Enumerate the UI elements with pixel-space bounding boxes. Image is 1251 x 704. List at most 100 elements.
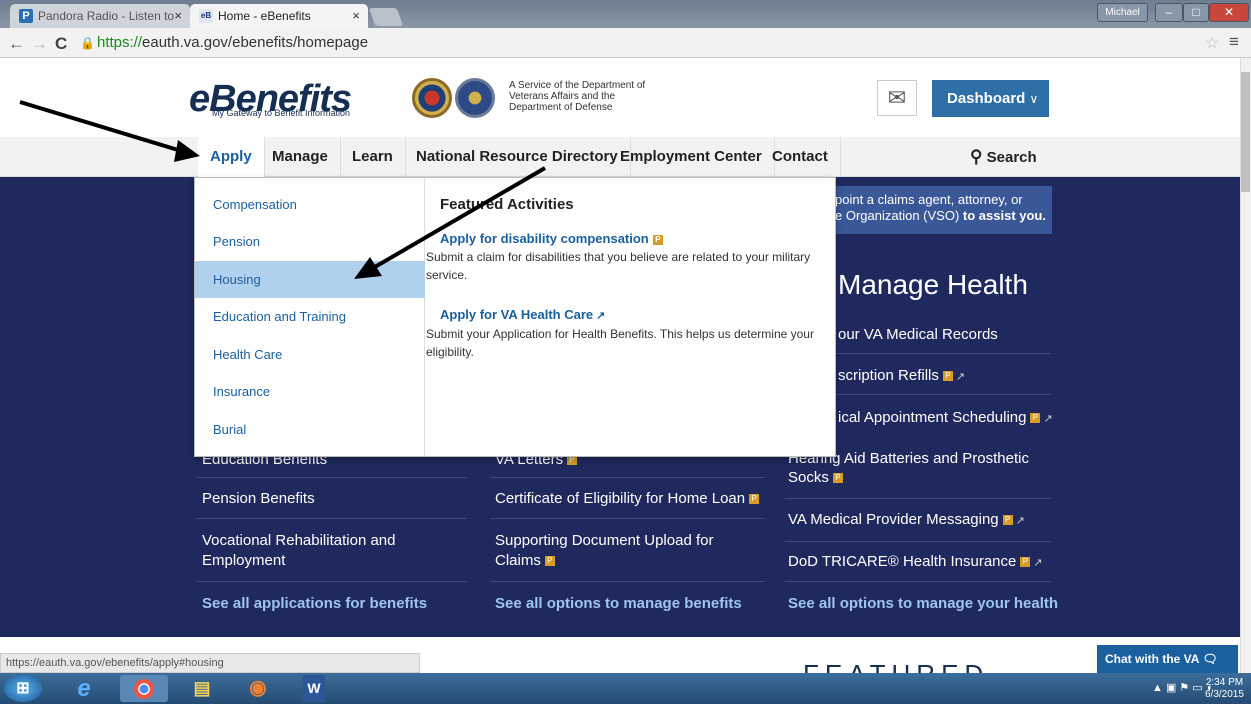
see-all-health-link[interactable]: See all options to manage your health [788, 595, 1058, 612]
premium-badge-icon: P [942, 371, 953, 382]
premium-badge-icon: P [1030, 413, 1041, 424]
minimize-icon[interactable]: – [1155, 3, 1183, 22]
ebenefits-favicon-icon: eB [199, 9, 213, 23]
chrome-icon[interactable] [120, 675, 168, 702]
url-path: eauth.va.gov/ebenefits/homepage [142, 34, 369, 51]
link-document-upload[interactable]: Supporting Document Upload for Claims P [495, 531, 735, 571]
link-text: Supporting Document Upload for Claims [495, 532, 714, 569]
menu-item-insurance[interactable]: Insurance [195, 373, 425, 410]
dashboard-button[interactable]: Dashboard ∨ [932, 80, 1049, 117]
divider [490, 477, 765, 478]
windows-taskbar: ⊞ e ▤ ◉ W ▲ ▣ ⚑ ▭ ◖ 2:34 PM 6/3/2015 [0, 673, 1251, 704]
annotation-arrows [19, 100, 547, 279]
banner-bold: to assist you. [962, 208, 1046, 223]
arrowhead-icon [174, 140, 200, 162]
divider [785, 498, 1050, 499]
menu-item-health-care[interactable]: Health Care [195, 336, 425, 373]
browser-tab-strip: P Pandora Radio - Listen to × eB Home - … [0, 0, 1251, 28]
firefox-icon[interactable]: ◉ [234, 675, 282, 702]
new-tab-button[interactable] [368, 8, 404, 26]
health-link-messaging[interactable]: VA Medical Provider Messaging P ↗ [788, 511, 1025, 528]
premium-badge-icon: P [749, 494, 760, 505]
internet-explorer-icon[interactable]: e [60, 675, 108, 702]
chat-label: Chat with the VA [1105, 652, 1199, 666]
health-link-tricare[interactable]: DoD TRICARE® Health Insurance P ↗ [788, 553, 1043, 570]
chat-bubble-icon: 🗨 [1202, 652, 1218, 666]
arrow-to-apply [19, 100, 189, 155]
premium-badge-icon: P [1020, 557, 1031, 568]
tab-title: Pandora Radio - Listen to [38, 9, 175, 23]
chat-with-va-button[interactable]: Chat with the VA 🗨 [1097, 645, 1238, 673]
link-text: Certificate of Eligibility for Home Loan [495, 490, 746, 507]
system-tray-icons[interactable]: ▲ ▣ ⚑ ▭ ◖ [1152, 681, 1212, 694]
link-text: VA Medical Provider Messaging [788, 511, 999, 528]
health-link-records[interactable]: our VA Medical Records [838, 326, 998, 343]
external-link-icon: ↗ [1033, 557, 1043, 569]
mail-icon[interactable]: ✉ [877, 80, 917, 116]
external-link-icon: ↗ [955, 371, 966, 383]
external-link-icon: ↗ [596, 310, 606, 322]
scrollbar-thumb[interactable] [1241, 72, 1250, 192]
link-text: ical Appointment Scheduling [838, 409, 1027, 426]
menu-item-burial[interactable]: Burial [195, 411, 425, 448]
divider [785, 541, 1050, 542]
lock-icon: 🔒 [80, 36, 95, 50]
close-window-icon[interactable]: ✕ [1209, 3, 1249, 22]
nav-employment-center[interactable]: Employment Center [608, 137, 775, 177]
pandora-favicon-icon: P [19, 9, 33, 23]
link-vocational-rehab[interactable]: Vocational Rehabilitation and Employment [202, 531, 412, 571]
see-all-manage-link[interactable]: See all options to manage benefits [495, 595, 742, 612]
arrowhead-icon [354, 257, 382, 279]
start-button-icon[interactable]: ⊞ [4, 675, 42, 702]
menu-icon[interactable]: ≡ [1229, 32, 1239, 52]
word-icon[interactable]: W [290, 675, 338, 702]
divider [196, 477, 466, 478]
user-profile-button[interactable]: Michael [1097, 3, 1148, 22]
star-icon[interactable]: ☆ [1205, 33, 1219, 53]
address-bar: ← → C 🔒 https://eauth.va.gov/ebenefits/h… [0, 28, 1251, 58]
clock-time: 2:34 PM [1205, 677, 1244, 688]
reload-icon[interactable]: C [55, 34, 67, 54]
divider [196, 581, 466, 582]
see-all-applications-link[interactable]: See all applications for benefits [202, 595, 427, 612]
close-tab-icon[interactable]: × [352, 8, 360, 23]
tab-title: Home - eBenefits [218, 9, 311, 23]
close-tab-icon[interactable]: × [174, 8, 182, 23]
premium-badge-icon: P [544, 556, 555, 567]
tab-pandora[interactable]: P Pandora Radio - Listen to × [10, 4, 190, 28]
link-text: scription Refills [838, 367, 939, 384]
url-field[interactable]: https://eauth.va.gov/ebenefits/homepage [97, 33, 1187, 53]
search-icon: ⚲ [970, 147, 983, 166]
external-link-icon: ↗ [1015, 515, 1025, 527]
link-text: DoD TRICARE® Health Insurance [788, 553, 1017, 570]
chevron-down-icon: ∨ [1029, 92, 1039, 106]
divider [785, 581, 1050, 582]
taskbar-clock[interactable]: 2:34 PM 6/3/2015 [1205, 677, 1244, 701]
link-home-loan-certificate[interactable]: Certificate of Eligibility for Home Loan… [495, 490, 760, 507]
link-pension-benefits[interactable]: Pension Benefits [202, 490, 315, 507]
manage-health-heading: Manage Health [838, 269, 1028, 300]
search-label: Search [986, 149, 1037, 166]
banner-text-1: point a claims agent, attorney, or [835, 192, 1023, 207]
status-bar-url: https://eauth.va.gov/ebenefits/apply#hou… [0, 653, 420, 673]
link-text: Apply for VA Health Care [440, 307, 594, 322]
health-link-refills[interactable]: scription Refills P ↗ [838, 367, 965, 384]
clock-date: 6/3/2015 [1205, 689, 1244, 700]
apply-health-care-link[interactable]: Apply for VA Health Care ↗ [440, 307, 605, 322]
tab-ebenefits[interactable]: eB Home - eBenefits × [190, 4, 368, 28]
premium-badge-icon: P [832, 473, 843, 484]
back-icon[interactable]: ← [8, 34, 25, 54]
search-button[interactable]: ⚲ Search [970, 137, 1037, 178]
menu-item-education-training[interactable]: Education and Training [195, 298, 425, 335]
external-link-icon: ↗ [1043, 413, 1053, 425]
premium-badge-icon: P [652, 234, 663, 245]
forward-icon[interactable]: → [31, 34, 48, 54]
divider [490, 518, 765, 519]
divider [490, 581, 765, 582]
premium-badge-icon: P [1002, 515, 1013, 526]
health-link-scheduling[interactable]: ical Appointment Scheduling P ↗ [838, 409, 1053, 426]
maximize-icon[interactable]: □ [1183, 3, 1209, 22]
file-explorer-icon[interactable]: ▤ [178, 675, 226, 702]
dashboard-label: Dashboard [947, 90, 1026, 107]
nav-contact[interactable]: Contact [760, 137, 841, 177]
